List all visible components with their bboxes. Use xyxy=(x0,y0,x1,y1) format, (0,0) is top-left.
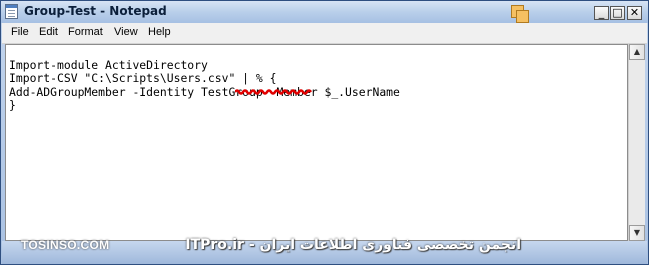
code-line: Import-module ActiveDirectory xyxy=(9,57,208,72)
scroll-down-arrow-icon[interactable]: ▼ xyxy=(629,225,645,241)
watermark-tosinso: TOSINSO.COM xyxy=(21,238,110,252)
window-title: Group-Test - Notepad xyxy=(24,4,167,18)
menu-edit[interactable]: Edit xyxy=(39,26,58,38)
menu-file[interactable]: File xyxy=(11,26,29,38)
code-line: Import-CSV "C:\Scripts\Users.csv" | % { xyxy=(9,71,277,86)
maximize-button[interactable]: □ xyxy=(610,6,625,20)
notepad-icon[interactable] xyxy=(5,4,18,19)
code-line: } xyxy=(9,98,16,113)
editor-content: Import-module ActiveDirectory Import-CSV… xyxy=(9,45,400,113)
spellcheck-underline xyxy=(235,89,313,95)
minimize-button[interactable]: _ xyxy=(594,6,609,20)
watermark-itpro: انجمن تخصصی فناوری اطلاعات ایران - ITPro… xyxy=(185,237,521,253)
menu-help[interactable]: Help xyxy=(148,26,171,38)
vertical-scrollbar[interactable]: ▲ ▼ xyxy=(628,44,645,241)
notepad-window: Group-Test - Notepad _ □ ✕ File Edit For… xyxy=(0,0,649,265)
menu-view[interactable]: View xyxy=(114,26,138,38)
menu-bar: File Edit Format View Help xyxy=(2,23,647,44)
text-editor[interactable]: Import-module ActiveDirectory Import-CSV… xyxy=(5,44,628,241)
close-button[interactable]: ✕ xyxy=(627,6,642,20)
scroll-up-arrow-icon[interactable]: ▲ xyxy=(629,44,645,60)
menu-format[interactable]: Format xyxy=(68,26,103,38)
code-line: Add-ADGroupMember -Identity TestGroup -M… xyxy=(9,84,400,99)
title-bar[interactable]: Group-Test - Notepad _ □ ✕ xyxy=(1,1,648,23)
